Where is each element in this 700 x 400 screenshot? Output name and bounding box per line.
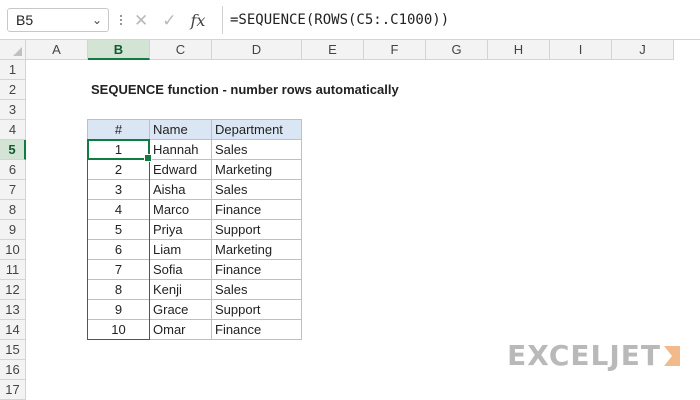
number-cell[interactable]: 6 (87, 239, 150, 260)
column-header-j[interactable]: J (612, 40, 674, 60)
department-cell[interactable]: Sales (211, 139, 302, 160)
department-cell[interactable]: Support (211, 219, 302, 240)
cancel-x-icon[interactable]: ✕ (134, 12, 148, 29)
department-cell[interactable]: Support (211, 299, 302, 320)
select-all-corner[interactable] (0, 40, 26, 60)
number-cell[interactable]: 5 (87, 219, 150, 240)
row-header-14[interactable]: 14 (0, 320, 26, 340)
row-header-8[interactable]: 8 (0, 200, 26, 220)
row-header-2[interactable]: 2 (0, 80, 26, 100)
logo-text: EXCELJET (507, 339, 661, 372)
column-header-d[interactable]: D (212, 40, 302, 60)
department-cell[interactable]: Marketing (211, 159, 302, 180)
number-cell[interactable]: 1 (87, 139, 150, 160)
number-cell[interactable]: 4 (87, 199, 150, 220)
formula-input[interactable]: =SEQUENCE(ROWS(C5:.C1000)) (230, 8, 449, 32)
logo-chevron-icon (664, 345, 680, 366)
column-header-h[interactable]: H (488, 40, 550, 60)
name-box[interactable]: B5 ⌄ (7, 8, 109, 32)
name-cell[interactable]: Hannah (149, 139, 212, 160)
number-cell[interactable]: 7 (87, 259, 150, 280)
department-cell[interactable]: Sales (211, 279, 302, 300)
column-header-b[interactable]: B (88, 40, 150, 60)
name-cell[interactable]: Kenji (149, 279, 212, 300)
name-cell[interactable]: Sofia (149, 259, 212, 280)
row-header-1[interactable]: 1 (0, 60, 26, 80)
row-header-4[interactable]: 4 (0, 120, 26, 140)
column-header-a[interactable]: A (26, 40, 88, 60)
name-cell[interactable]: Grace (149, 299, 212, 320)
department-cell[interactable]: Finance (211, 259, 302, 280)
formula-buttons: ✕ ✓ fx (130, 8, 222, 32)
exceljet-logo: EXCELJET (507, 339, 680, 372)
header-name[interactable]: Name (149, 119, 212, 140)
number-cell[interactable]: 10 (87, 319, 150, 340)
name-box-value: B5 (16, 12, 34, 28)
name-cell[interactable]: Marco (149, 199, 212, 220)
name-cell[interactable]: Aisha (149, 179, 212, 200)
department-cell[interactable]: Finance (211, 319, 302, 340)
header-department[interactable]: Department (211, 119, 302, 140)
column-header-i[interactable]: I (550, 40, 612, 60)
row-header-17[interactable]: 17 (0, 380, 26, 400)
chevron-down-icon[interactable]: ⌄ (92, 13, 102, 27)
formula-bar-divider (222, 6, 223, 34)
number-cell[interactable]: 2 (87, 159, 150, 180)
number-cell[interactable]: 8 (87, 279, 150, 300)
name-cell[interactable]: Edward (149, 159, 212, 180)
row-header-16[interactable]: 16 (0, 360, 26, 380)
header-number[interactable]: # (87, 119, 150, 140)
row-header-5[interactable]: 5 (0, 140, 26, 160)
insert-function-icon[interactable]: fx (191, 11, 206, 30)
department-cell[interactable]: Finance (211, 199, 302, 220)
sheet-title: SEQUENCE function - number rows automati… (91, 82, 399, 97)
enter-check-icon[interactable]: ✓ (162, 12, 176, 29)
department-cell[interactable]: Sales (211, 179, 302, 200)
column-header-c[interactable]: C (150, 40, 212, 60)
row-header-10[interactable]: 10 (0, 240, 26, 260)
name-cell[interactable]: Priya (149, 219, 212, 240)
drag-handle-icon[interactable] (116, 10, 126, 30)
column-header-e[interactable]: E (302, 40, 364, 60)
name-cell[interactable]: Liam (149, 239, 212, 260)
row-header-3[interactable]: 3 (0, 100, 26, 120)
number-cell[interactable]: 3 (87, 179, 150, 200)
formula-bar: B5 ⌄ ✕ ✓ fx =SEQUENCE(ROWS(C5:.C1000)) (0, 0, 700, 40)
row-header-15[interactable]: 15 (0, 340, 26, 360)
column-header-f[interactable]: F (364, 40, 426, 60)
row-header-6[interactable]: 6 (0, 160, 26, 180)
row-header-13[interactable]: 13 (0, 300, 26, 320)
department-cell[interactable]: Marketing (211, 239, 302, 260)
name-cell[interactable]: Omar (149, 319, 212, 340)
column-header-g[interactable]: G (426, 40, 488, 60)
number-cell[interactable]: 9 (87, 299, 150, 320)
row-header-11[interactable]: 11 (0, 260, 26, 280)
row-header-9[interactable]: 9 (0, 220, 26, 240)
row-header-12[interactable]: 12 (0, 280, 26, 300)
row-header-7[interactable]: 7 (0, 180, 26, 200)
